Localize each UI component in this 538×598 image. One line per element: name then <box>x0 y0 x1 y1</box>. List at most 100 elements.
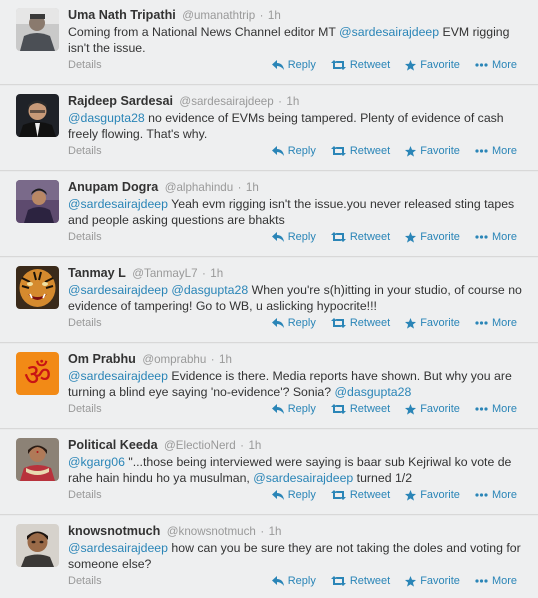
more-button[interactable]: More <box>475 145 517 157</box>
retweet-button[interactable]: Retweet <box>330 145 390 157</box>
mention-link[interactable]: @sardesairajdeep <box>68 283 168 297</box>
tweet-text: @sardesairajdeep Evidence is there. Medi… <box>68 368 528 400</box>
details-link[interactable]: Details <box>68 575 102 587</box>
mention-link[interactable]: @sardesairajdeep <box>253 471 353 485</box>
star-icon <box>405 145 417 157</box>
star-icon <box>405 317 417 329</box>
reply-button[interactable]: Reply <box>271 59 316 71</box>
tweet-username[interactable]: @knowsnotmuch <box>167 525 256 538</box>
reply-button[interactable]: Reply <box>271 489 316 501</box>
reply-button[interactable]: Reply <box>271 575 316 587</box>
tweet-username[interactable]: @umanathtrip <box>182 9 255 22</box>
avatar-image: ॐ <box>16 352 59 395</box>
tweet-username[interactable]: @omprabhu <box>142 353 206 366</box>
reply-button[interactable]: Reply <box>271 231 316 243</box>
tweet-stream: Uma Nath Tripathi @umanathtrip · 1h Comi… <box>0 0 538 598</box>
details-link[interactable]: Details <box>68 145 102 157</box>
tweet-item[interactable]: knowsnotmuch @knowsnotmuch · 1h @sardesa… <box>0 516 538 598</box>
mention-link[interactable]: @sardesairajdeep <box>68 197 168 211</box>
avatar[interactable] <box>16 8 59 51</box>
tweet-item[interactable]: Political Keeda @ElectioNerd · 1h @kgarg… <box>0 430 538 515</box>
tweet-item[interactable]: Tanmay L @TanmayL7 · 1h @sardesairajdeep… <box>0 258 538 343</box>
more-button[interactable]: More <box>475 317 517 329</box>
tweet-timestamp[interactable]: 1h <box>269 525 282 538</box>
avatar[interactable] <box>16 180 59 223</box>
more-button[interactable]: More <box>475 489 517 501</box>
more-button[interactable]: More <box>475 403 517 415</box>
retweet-button[interactable]: Retweet <box>330 489 390 501</box>
more-button[interactable]: More <box>475 59 517 71</box>
reply-icon <box>271 232 284 242</box>
avatar[interactable] <box>16 94 59 137</box>
star-icon <box>405 403 417 415</box>
favorite-button[interactable]: Favorite <box>405 317 460 329</box>
details-link[interactable]: Details <box>68 317 102 329</box>
retweet-button[interactable]: Retweet <box>330 403 390 415</box>
tweet-username[interactable]: @TanmayL7 <box>132 267 197 280</box>
tweet-timestamp[interactable]: 1h <box>246 181 259 194</box>
avatar[interactable] <box>16 266 59 309</box>
more-button[interactable]: More <box>475 231 517 243</box>
reply-button[interactable]: Reply <box>271 403 316 415</box>
tweet-item[interactable]: ॐ Om Prabhu @omprabhu · 1h @sardesairajd… <box>0 344 538 429</box>
favorite-button[interactable]: Favorite <box>405 489 460 501</box>
tweet-timestamp[interactable]: 1h <box>268 9 281 22</box>
tweet-fullname[interactable]: Anupam Dogra <box>68 180 158 194</box>
favorite-button[interactable]: Favorite <box>405 231 460 243</box>
retweet-button[interactable]: Retweet <box>330 575 390 587</box>
details-link[interactable]: Details <box>68 403 102 415</box>
tweet-timestamp[interactable]: 1h <box>219 353 232 366</box>
tweet-text-segment: turned 1/2 <box>353 471 413 485</box>
avatar[interactable] <box>16 524 59 567</box>
mention-link[interactable]: @sardesairajdeep <box>68 541 168 555</box>
retweet-icon <box>330 232 346 242</box>
tweet-timestamp[interactable]: 1h <box>286 95 299 108</box>
tweet-text-segment: Coming from a National News Channel edit… <box>68 25 340 39</box>
tweet-fullname[interactable]: Political Keeda <box>68 438 158 452</box>
tweet-fullname[interactable]: knowsnotmuch <box>68 524 160 538</box>
tweet-username[interactable]: @ElectioNerd <box>164 439 236 452</box>
avatar[interactable]: ॐ <box>16 352 59 395</box>
tweet-username[interactable]: @sardesairajdeep <box>179 95 273 108</box>
retweet-icon <box>330 146 346 156</box>
favorite-button[interactable]: Favorite <box>405 59 460 71</box>
mention-link[interactable]: @dasgupta28 <box>171 283 248 297</box>
details-link[interactable]: Details <box>68 489 102 501</box>
tweet-fullname[interactable]: Om Prabhu <box>68 352 136 366</box>
tweet-fullname[interactable]: Uma Nath Tripathi <box>68 8 176 22</box>
reply-button[interactable]: Reply <box>271 145 316 157</box>
avatar[interactable] <box>16 438 59 481</box>
mention-link[interactable]: @dasgupta28 <box>335 385 412 399</box>
tweet-item[interactable]: Anupam Dogra @alphahindu · 1h @sardesair… <box>0 172 538 257</box>
tweet-fullname[interactable]: Tanmay L <box>68 266 126 280</box>
mention-link[interactable]: @sardesairajdeep <box>339 25 439 39</box>
tweet-timestamp[interactable]: 1h <box>248 439 261 452</box>
tweet-item[interactable]: Rajdeep Sardesai @sardesairajdeep · 1h @… <box>0 86 538 171</box>
retweet-button[interactable]: Retweet <box>330 231 391 243</box>
tweet-text: @sardesairajdeep @dasgupta28 When you're… <box>68 282 528 314</box>
favorite-label: Favorite <box>420 231 460 243</box>
retweet-label: Retweet <box>349 59 391 71</box>
separator-dot: · <box>260 525 265 538</box>
more-button[interactable]: More <box>475 575 517 587</box>
tweet-username[interactable]: @alphahindu <box>165 181 234 194</box>
mention-link[interactable]: @sardesairajdeep <box>68 369 168 383</box>
details-link[interactable]: Details <box>68 59 102 71</box>
favorite-label: Favorite <box>420 59 460 71</box>
favorite-button[interactable]: Favorite <box>405 575 460 587</box>
reply-label: Reply <box>287 317 316 329</box>
favorite-button[interactable]: Favorite <box>405 145 460 157</box>
retweet-label: Retweet <box>349 231 391 243</box>
more-label: More <box>491 145 517 157</box>
favorite-button[interactable]: Favorite <box>405 403 460 415</box>
tweet-item[interactable]: Uma Nath Tripathi @umanathtrip · 1h Comi… <box>0 0 538 85</box>
retweet-button[interactable]: Retweet <box>330 317 390 329</box>
reply-button[interactable]: Reply <box>271 317 316 329</box>
details-link[interactable]: Details <box>68 231 102 243</box>
tweet-timestamp[interactable]: 1h <box>210 267 223 280</box>
reply-label: Reply <box>287 403 316 415</box>
retweet-button[interactable]: Retweet <box>330 59 391 71</box>
mention-link[interactable]: @dasgupta28 <box>68 111 145 125</box>
tweet-fullname[interactable]: Rajdeep Sardesai <box>68 94 173 108</box>
mention-link[interactable]: @kgarg06 <box>68 455 125 469</box>
